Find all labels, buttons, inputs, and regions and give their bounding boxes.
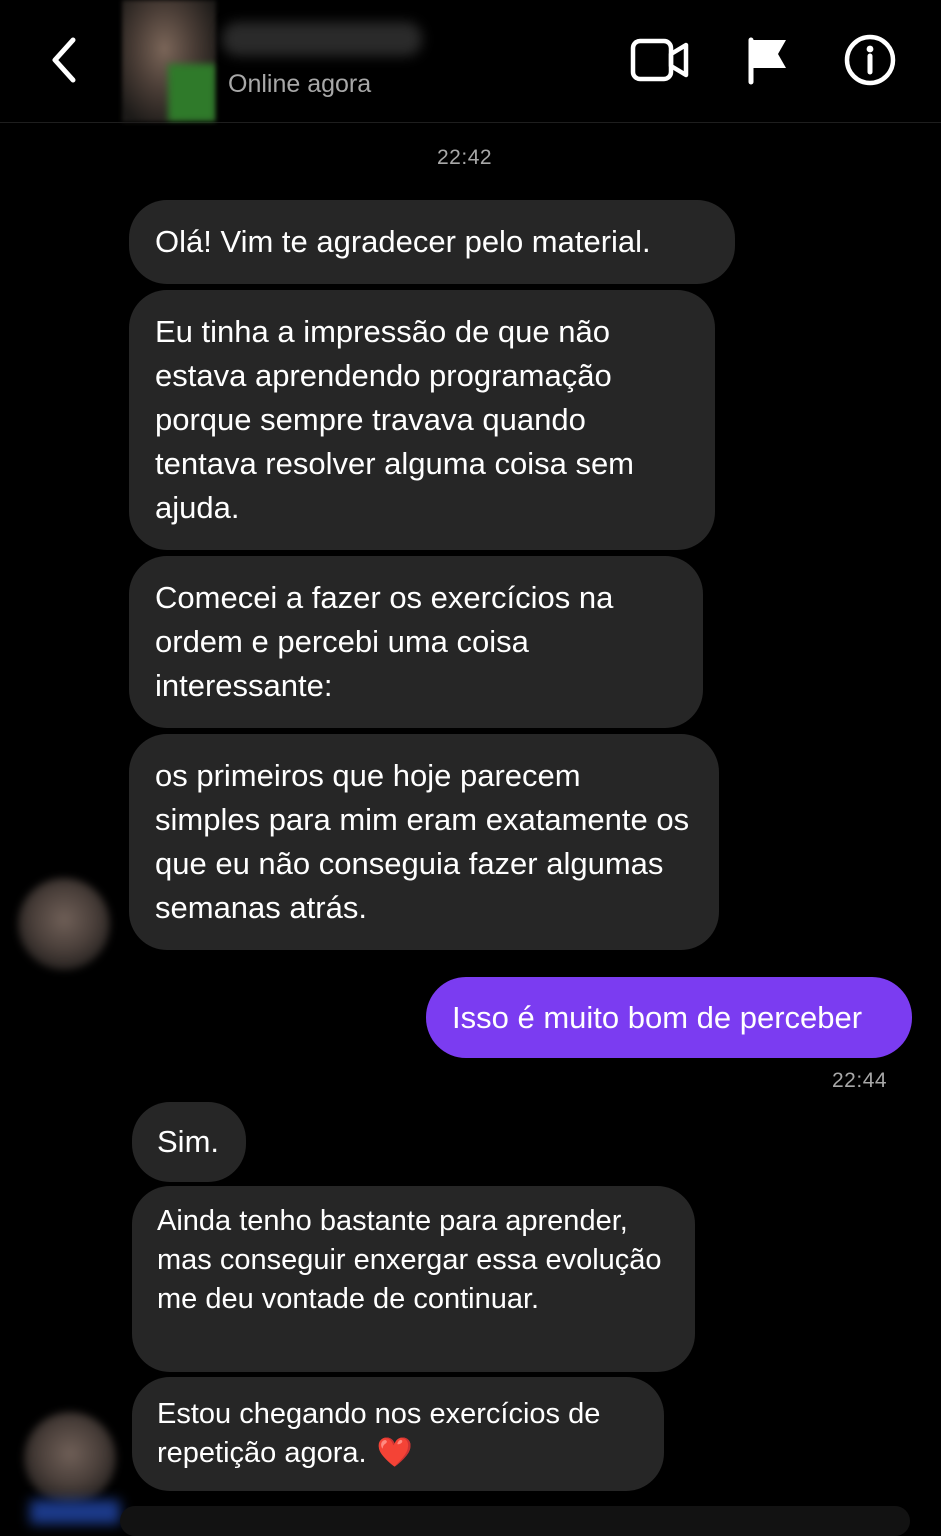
online-status: Online agora <box>228 70 372 98</box>
heart-emoji: ❤️ <box>376 1437 413 1469</box>
info-icon <box>844 34 896 86</box>
contact-avatar[interactable] <box>122 0 216 122</box>
video-call-icon <box>630 38 689 82</box>
sent-message[interactable]: Isso é muito bom de perceber <box>426 977 912 1058</box>
received-message[interactable]: os primeiros que hoje parecem simples pa… <box>129 734 719 950</box>
received-message[interactable]: Olá! Vim te agradecer pelo material. <box>129 200 735 284</box>
composer-edge <box>30 1500 120 1524</box>
message-timestamp: 22:42 <box>437 146 493 169</box>
message-timestamp: 22:44 <box>832 1069 888 1092</box>
received-message[interactable]: Comecei a fazer os exercícios na ordem e… <box>129 556 703 728</box>
received-message[interactable]: Ainda tenho bastante para aprender, mas … <box>132 1186 695 1372</box>
report-button[interactable] <box>734 28 798 92</box>
avatar-background <box>168 64 216 122</box>
back-button[interactable] <box>40 32 88 88</box>
chat-header: Online agora <box>0 0 941 123</box>
back-chevron-icon <box>52 37 76 83</box>
flag-icon <box>748 37 786 85</box>
received-message[interactable]: Sim. <box>132 1102 246 1182</box>
received-message[interactable]: Eu tinha a impressão de que não estava a… <box>129 290 715 550</box>
contact-name-blurred[interactable] <box>222 22 422 56</box>
info-button[interactable] <box>838 28 902 92</box>
received-message[interactable]: Estou chegando nos exercícios de repetiç… <box>132 1377 664 1491</box>
sender-avatar[interactable] <box>18 878 110 970</box>
video-call-button[interactable] <box>628 28 692 92</box>
message-input-bar[interactable] <box>120 1506 910 1536</box>
sender-avatar[interactable] <box>24 1412 116 1504</box>
